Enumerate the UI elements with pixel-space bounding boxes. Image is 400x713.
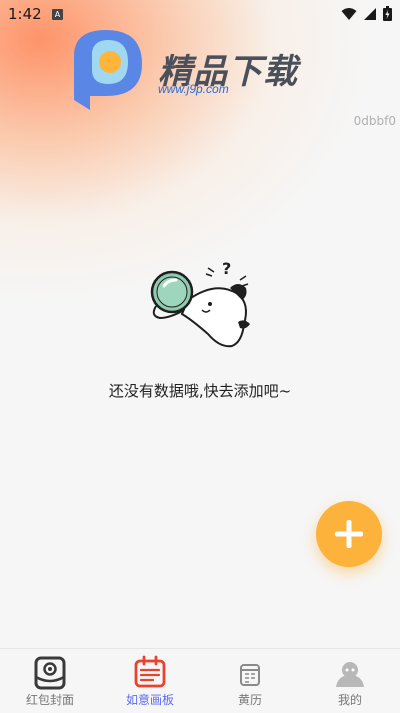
plus-icon [335,520,363,548]
signal-icon [364,7,376,20]
tab-label: 我的 [337,693,362,707]
logo-p-icon [74,30,142,110]
tab-almanac[interactable]: 黄历 [200,649,300,713]
tab-wish-board[interactable]: 如意画板 [100,649,200,713]
status-time: 1:42 [8,5,42,23]
profile-icon [336,662,364,687]
app-logo: 精品下载 www.j9p.com [70,30,330,110]
tab-label: 红包封面 [25,693,74,707]
logo-url: www.j9p.com [158,82,229,96]
notification-icon: A [52,9,63,20]
empty-state-message: 还没有数据哦,快去添加吧~ [108,382,292,400]
status-bar: 1:42 A [0,0,400,28]
status-icons [341,6,392,21]
bottom-tab-bar: 红包封面 如意画板 黄历 我的 [0,648,400,713]
tab-label: 如意画板 [125,693,174,707]
wifi-icon [341,7,357,20]
almanac-icon [240,664,260,686]
calendar-board-icon [134,655,166,688]
tab-red-envelope-cover[interactable]: 红包封面 [0,649,100,713]
empty-state-illustration: ? [150,259,250,348]
add-button[interactable] [316,501,382,567]
svg-text:?: ? [222,259,231,278]
tab-label: 黄历 [237,693,262,707]
battery-icon [383,6,392,21]
tab-profile[interactable]: 我的 [300,649,400,713]
version-code: 0dbbf0 [353,114,396,128]
red-envelope-icon [34,656,66,690]
